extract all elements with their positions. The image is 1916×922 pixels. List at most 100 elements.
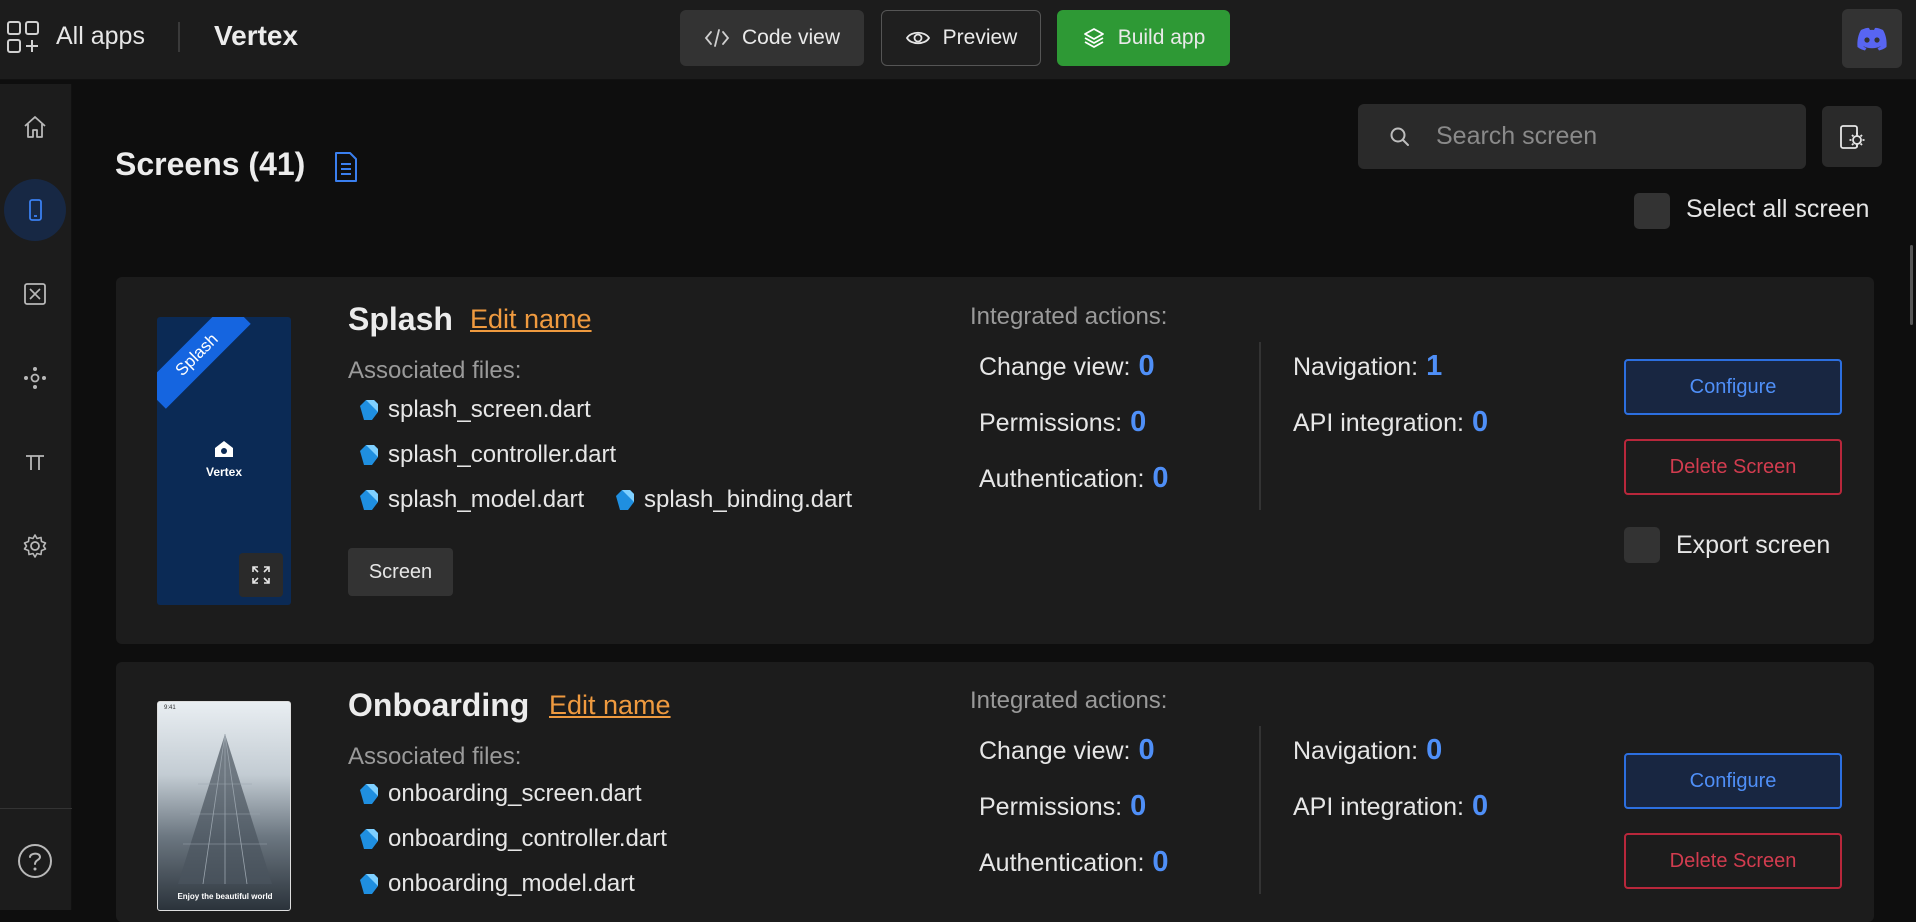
gear-icon [23, 534, 47, 558]
dart-icon [360, 400, 378, 420]
screen-name: Onboarding [348, 687, 530, 723]
file-item[interactable]: onboarding_controller.dart [356, 825, 667, 853]
stat-change-view: Change view: 0 [979, 350, 1155, 382]
file-name: splash_model.dart [388, 486, 585, 513]
help-icon [18, 844, 52, 878]
file-name: splash_screen.dart [388, 396, 591, 423]
integrated-actions-label: Integrated actions: [970, 303, 1168, 330]
sidebar-item-settings[interactable] [4, 515, 66, 577]
file-item[interactable]: splash_binding.dart [612, 486, 852, 514]
code-view-label: Code view [741, 26, 841, 49]
edit-name-link[interactable]: Edit name [549, 690, 671, 721]
file-item[interactable]: onboarding_model.dart [356, 870, 635, 898]
stat-navigation: Navigation: 0 [1293, 734, 1443, 766]
file-item[interactable]: onboarding_screen.dart [356, 780, 642, 808]
screen-type-tag: Screen [348, 548, 453, 596]
sidebar-item-help[interactable] [4, 830, 66, 892]
file-item[interactable]: splash_screen.dart [356, 396, 591, 424]
layers-icon [1083, 28, 1104, 48]
configure-button[interactable]: Configure [1624, 359, 1842, 415]
app-name: Vertex [214, 20, 299, 51]
build-app-button[interactable]: Build app [1057, 10, 1230, 66]
thumb-status-time: 9:41 [164, 705, 176, 711]
home-icon [24, 116, 46, 138]
sidebar-item-home[interactable] [4, 96, 66, 158]
delete-screen-button[interactable]: Delete Screen [1624, 439, 1842, 495]
screen-settings-button[interactable] [1822, 106, 1882, 167]
all-apps-icon[interactable] [6, 20, 40, 54]
configure-button[interactable]: Configure [1624, 753, 1842, 809]
top-bar: All apps Vertex Code view Preview Build … [0, 0, 1916, 80]
settings-gear-icon [1840, 124, 1865, 149]
file-name: onboarding_controller.dart [388, 825, 667, 852]
dart-icon [616, 490, 634, 510]
eye-icon [905, 31, 930, 45]
all-apps-link[interactable]: All apps [56, 22, 145, 51]
nodes-icon [24, 367, 46, 389]
integrated-actions-label: Integrated actions: [970, 687, 1168, 714]
expand-icon [252, 566, 270, 584]
search-icon [1390, 127, 1409, 146]
preview-label: Preview [942, 26, 1018, 49]
page-scrollbar[interactable] [1910, 245, 1913, 325]
stat-api-integration: API integration: 0 [1293, 406, 1489, 438]
sidebar-panel [0, 84, 72, 910]
thumb-caption: Enjoy the beautiful world [177, 892, 273, 901]
file-item[interactable]: splash_model.dart [356, 486, 584, 514]
page-title: Screens (41) [115, 146, 306, 182]
stat-authentication: Authentication: 0 [979, 462, 1169, 494]
code-icon [704, 29, 730, 47]
dart-icon [360, 784, 378, 804]
dart-icon [360, 829, 378, 849]
function-icon [24, 283, 46, 305]
thumb-brand: Vertex [205, 465, 243, 479]
search-box [1358, 104, 1806, 169]
screen-ribbon: Splash [157, 317, 251, 409]
build-app-label: Build app [1117, 26, 1206, 49]
edit-name-link[interactable]: Edit name [470, 304, 592, 335]
stat-api-integration: API integration: 0 [1293, 790, 1489, 822]
sidebar-item-constants[interactable] [4, 431, 66, 493]
export-screen-label: Export screen [1676, 531, 1831, 559]
mobile-icon [29, 199, 42, 221]
select-all-checkbox[interactable] [1634, 193, 1670, 229]
code-view-button[interactable]: Code view [680, 10, 864, 66]
stats-divider [1259, 726, 1261, 894]
discord-icon [1857, 27, 1887, 50]
document-icon[interactable] [333, 151, 359, 183]
screen-thumbnail[interactable]: 9:41 Enjoy the beautiful world [157, 701, 291, 911]
select-all-label: Select all screen [1686, 195, 1870, 223]
screen-thumbnail[interactable]: Splash Vertex [157, 317, 291, 605]
stat-permissions: Permissions: 0 [979, 790, 1147, 822]
stat-authentication: Authentication: 0 [979, 846, 1169, 878]
associated-files-label: Associated files: [348, 357, 522, 384]
pi-icon [26, 455, 44, 470]
preview-button[interactable]: Preview [881, 10, 1041, 66]
dart-icon [360, 490, 378, 510]
discord-button[interactable] [1842, 9, 1902, 68]
associated-files-label: Associated files: [348, 743, 522, 770]
stat-permissions: Permissions: 0 [979, 406, 1147, 438]
app-logo-icon [215, 441, 233, 457]
file-name: splash_binding.dart [644, 486, 853, 513]
screen-name: Splash [348, 301, 453, 337]
file-item[interactable]: splash_controller.dart [356, 441, 616, 469]
building-image [178, 733, 272, 884]
search-input[interactable] [1436, 104, 1786, 169]
stat-change-view: Change view: 0 [979, 734, 1155, 766]
dart-icon [360, 874, 378, 894]
dart-icon [360, 445, 378, 465]
delete-screen-button[interactable]: Delete Screen [1624, 833, 1842, 889]
sidebar-item-functions[interactable] [4, 263, 66, 325]
stats-divider [1259, 342, 1261, 510]
expand-button[interactable] [239, 553, 283, 597]
screen-card-splash: Splash Vertex Splash Edit name Associate… [116, 277, 1874, 644]
sidebar-item-integrations[interactable] [4, 347, 66, 409]
sidebar-divider [0, 808, 72, 809]
stat-navigation: Navigation: 1 [1293, 350, 1443, 382]
export-screen-checkbox[interactable] [1624, 527, 1660, 563]
file-name: onboarding_model.dart [388, 870, 635, 897]
screen-card-onboarding: 9:41 Enjoy the beautiful world Onboardin… [116, 662, 1874, 922]
file-name: onboarding_screen.dart [388, 780, 642, 807]
sidebar-item-screens[interactable] [4, 179, 66, 241]
